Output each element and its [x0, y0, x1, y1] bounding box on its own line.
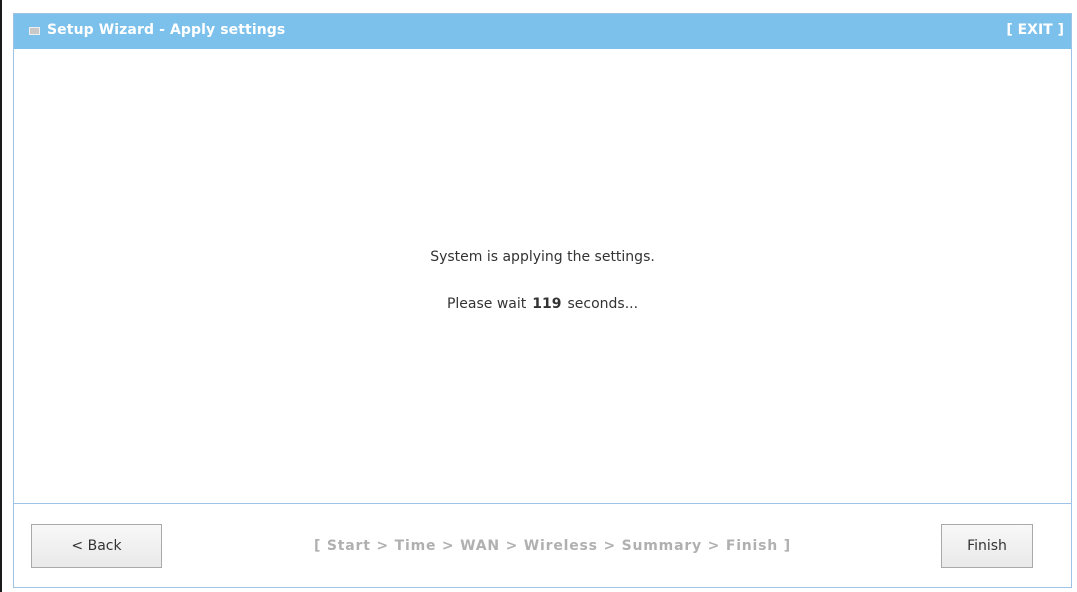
wait-prefix: Please wait	[446, 296, 527, 312]
wait-message: Please wait 119 seconds...	[14, 296, 1071, 312]
wizard-title-bar: Setup Wizard - Apply settings [ EXIT ]	[14, 14, 1071, 49]
setup-wizard-panel: Setup Wizard - Apply settings [ EXIT ] S…	[13, 13, 1072, 588]
wizard-steps-breadcrumb: [ Start > Time > WAN > Wireless > Summar…	[314, 538, 791, 554]
window-icon	[29, 27, 40, 35]
wizard-title: Setup Wizard - Apply settings	[47, 22, 286, 38]
finish-button[interactable]: Finish	[941, 524, 1033, 568]
window-frame-edge	[0, 0, 2, 592]
wizard-content: System is applying the settings. Please …	[14, 49, 1071, 504]
countdown-seconds: 119	[532, 296, 562, 312]
exit-link[interactable]: [ EXIT ]	[1006, 22, 1064, 38]
footer-divider	[14, 503, 1071, 504]
wait-suffix: seconds...	[567, 296, 639, 312]
status-message: System is applying the settings.	[430, 249, 655, 265]
